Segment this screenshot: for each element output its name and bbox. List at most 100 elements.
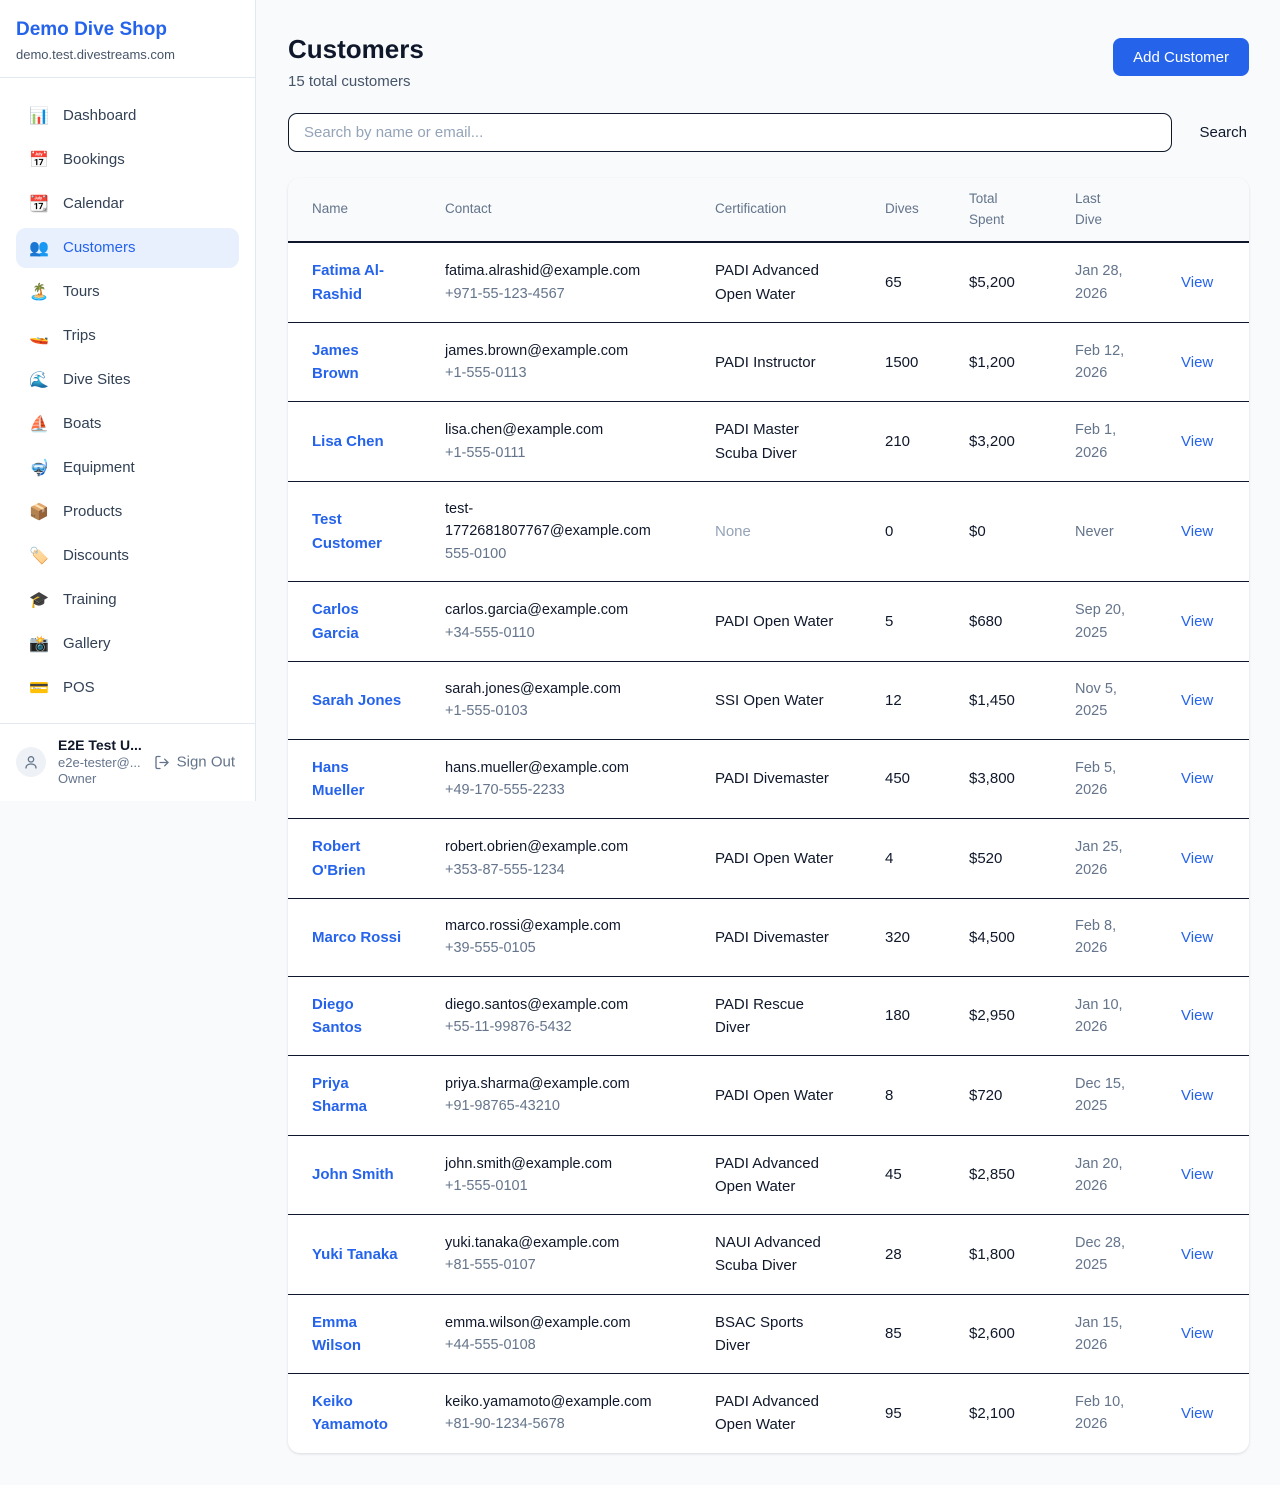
table-header-row: NameContactCertificationDivesTotal Spent… (288, 178, 1249, 243)
view-link[interactable]: View (1181, 692, 1213, 709)
customer-email: marco.rossi@example.com (445, 915, 661, 937)
tear-off-calendar-icon: 📆 (29, 194, 49, 214)
sidebar-item-equipment[interactable]: 🤿 Equipment (16, 448, 239, 488)
sidebar-item-label: Equipment (63, 459, 135, 476)
view-link[interactable]: View (1181, 1166, 1213, 1183)
view-link[interactable]: View (1181, 1405, 1213, 1422)
certification: PADI Advanced Open Water (715, 1152, 841, 1199)
table-row: Diego Santos diego.santos@example.com+55-… (288, 976, 1249, 1056)
certification: PADI Rescue Diver (715, 993, 841, 1040)
view-link[interactable]: View (1181, 523, 1213, 540)
sidebar-item-training[interactable]: 🎓Training (16, 580, 239, 620)
customer-name-link[interactable]: Hans Mueller (312, 756, 404, 803)
certification-cell: PADI Rescue Diver (703, 976, 873, 1056)
contact-cell: lisa.chen@example.com+1-555-0111 (433, 402, 703, 482)
certification: NAUI Advanced Scuba Diver (715, 1231, 841, 1278)
contact-cell: diego.santos@example.com+55-11-99876-543… (433, 976, 703, 1056)
certification: PADI Advanced Open Water (715, 259, 841, 306)
sidebar-item-products[interactable]: 📦Products (16, 492, 239, 532)
sign-out-button[interactable]: Sign Out (148, 753, 241, 772)
table-row: Carlos Garciacarlos.garcia@example.com+3… (288, 582, 1249, 662)
view-link[interactable]: View (1181, 1087, 1213, 1104)
view-link[interactable]: View (1181, 354, 1213, 371)
view-cell: View (1169, 481, 1249, 581)
last-dive: Sep 20, 2025 (1075, 599, 1139, 644)
customer-name-link[interactable]: Priya Sharma (312, 1072, 404, 1119)
sidebar-item-label: POS (63, 679, 95, 696)
name-cell: Keiko Yamamoto (288, 1374, 433, 1453)
last-dive-cell: Feb 5, 2026 (1063, 739, 1169, 819)
customer-name-link[interactable]: Fatima Al-Rashid (312, 259, 404, 306)
view-link[interactable]: View (1181, 274, 1213, 291)
total-spent-cell: $680 (957, 582, 1063, 662)
sidebar-item-tours[interactable]: 🏝️Tours (16, 272, 239, 312)
view-link[interactable]: View (1181, 929, 1213, 946)
customer-name-link[interactable]: Yuki Tanaka (312, 1243, 398, 1266)
add-customer-button[interactable]: Add Customer (1113, 38, 1249, 76)
sidebar-item-discounts[interactable]: 🏷️Discounts (16, 536, 239, 576)
total-spent-cell: $3,200 (957, 402, 1063, 482)
sidebar-item-dive-sites[interactable]: 🌊Dive Sites (16, 360, 239, 400)
view-link[interactable]: View (1181, 1007, 1213, 1024)
customer-name-link[interactable]: Robert O'Brien (312, 835, 404, 882)
sidebar-nav: 📊Dashboard📅Bookings📆Calendar👥Customers🏝️… (0, 78, 255, 723)
search-button[interactable]: Search (1197, 116, 1249, 149)
total-spent-cell: $2,100 (957, 1374, 1063, 1453)
certification-cell: PADI Advanced Open Water (703, 1135, 873, 1215)
app-root: Demo Dive Shop demo.test.divestreams.com… (0, 0, 1280, 1485)
customer-name-link[interactable]: Carlos Garcia (312, 598, 404, 645)
table-row: Hans Muellerhans.mueller@example.com+49-… (288, 739, 1249, 819)
sidebar-item-bookings[interactable]: 📅Bookings (16, 140, 239, 180)
customer-email: james.brown@example.com (445, 340, 661, 362)
sidebar-item-boats[interactable]: ⛵Boats (16, 404, 239, 444)
customer-phone: +971-55-123-4567 (445, 283, 691, 305)
customer-phone: 555-0100 (445, 543, 691, 565)
sidebar-item-gallery[interactable]: 📸Gallery (16, 624, 239, 664)
search-input[interactable] (288, 113, 1172, 152)
view-link[interactable]: View (1181, 1246, 1213, 1263)
table-row: Fatima Al-Rashidfatima.alrashid@example.… (288, 242, 1249, 322)
customer-name-link[interactable]: James Brown (312, 339, 404, 386)
certification-cell: PADI Divemaster (703, 898, 873, 976)
customer-name-link[interactable]: Keiko Yamamoto (312, 1390, 404, 1437)
customer-name-link[interactable]: Diego Santos (312, 993, 404, 1040)
view-link[interactable]: View (1181, 1325, 1213, 1342)
customer-name-link[interactable]: Test Customer (312, 508, 404, 555)
sidebar-item-dashboard[interactable]: 📊Dashboard (16, 96, 239, 136)
last-dive-cell: Dec 15, 2025 (1063, 1056, 1169, 1136)
customer-name-link[interactable]: John Smith (312, 1163, 394, 1186)
customer-email: test-1772681807767@example.com (445, 498, 661, 543)
customer-phone: +1-555-0111 (445, 442, 691, 464)
total-spent-cell: $3,800 (957, 739, 1063, 819)
last-dive-cell: Feb 12, 2026 (1063, 322, 1169, 402)
total-spent-cell: $1,200 (957, 322, 1063, 402)
last-dive-cell: Nov 5, 2025 (1063, 661, 1169, 739)
dives-cell: 65 (873, 242, 957, 322)
sidebar-item-calendar[interactable]: 📆Calendar (16, 184, 239, 224)
sidebar-item-trips[interactable]: 🚤Trips (16, 316, 239, 356)
name-cell: James Brown (288, 322, 433, 402)
sidebar-item-customers[interactable]: 👥Customers (16, 228, 239, 268)
certification: PADI Master Scuba Diver (715, 418, 841, 465)
customer-phone: +81-90-1234-5678 (445, 1413, 691, 1435)
view-cell: View (1169, 819, 1249, 899)
user-email: e2e-tester@... (58, 755, 142, 772)
customer-name-link[interactable]: Marco Rossi (312, 926, 401, 949)
customer-name-link[interactable]: Emma Wilson (312, 1311, 404, 1358)
view-cell: View (1169, 661, 1249, 739)
view-link[interactable]: View (1181, 850, 1213, 867)
view-link[interactable]: View (1181, 770, 1213, 787)
sidebar-item-pos[interactable]: 💳POS (16, 668, 239, 708)
total-spent-cell: $720 (957, 1056, 1063, 1136)
diving-mask-icon: 🤿 (29, 458, 49, 478)
customer-name-link[interactable]: Lisa Chen (312, 430, 384, 453)
view-link[interactable]: View (1181, 433, 1213, 450)
total-spent-cell: $1,450 (957, 661, 1063, 739)
customer-name-link[interactable]: Sarah Jones (312, 689, 401, 712)
sign-out-label: Sign Out (177, 754, 235, 771)
last-dive: Feb 5, 2026 (1075, 757, 1139, 802)
name-cell: Lisa Chen (288, 402, 433, 482)
user-section: E2E Test U... e2e-tester@... Owner Sign … (0, 723, 255, 801)
certification-cell: PADI Advanced Open Water (703, 242, 873, 322)
view-link[interactable]: View (1181, 613, 1213, 630)
